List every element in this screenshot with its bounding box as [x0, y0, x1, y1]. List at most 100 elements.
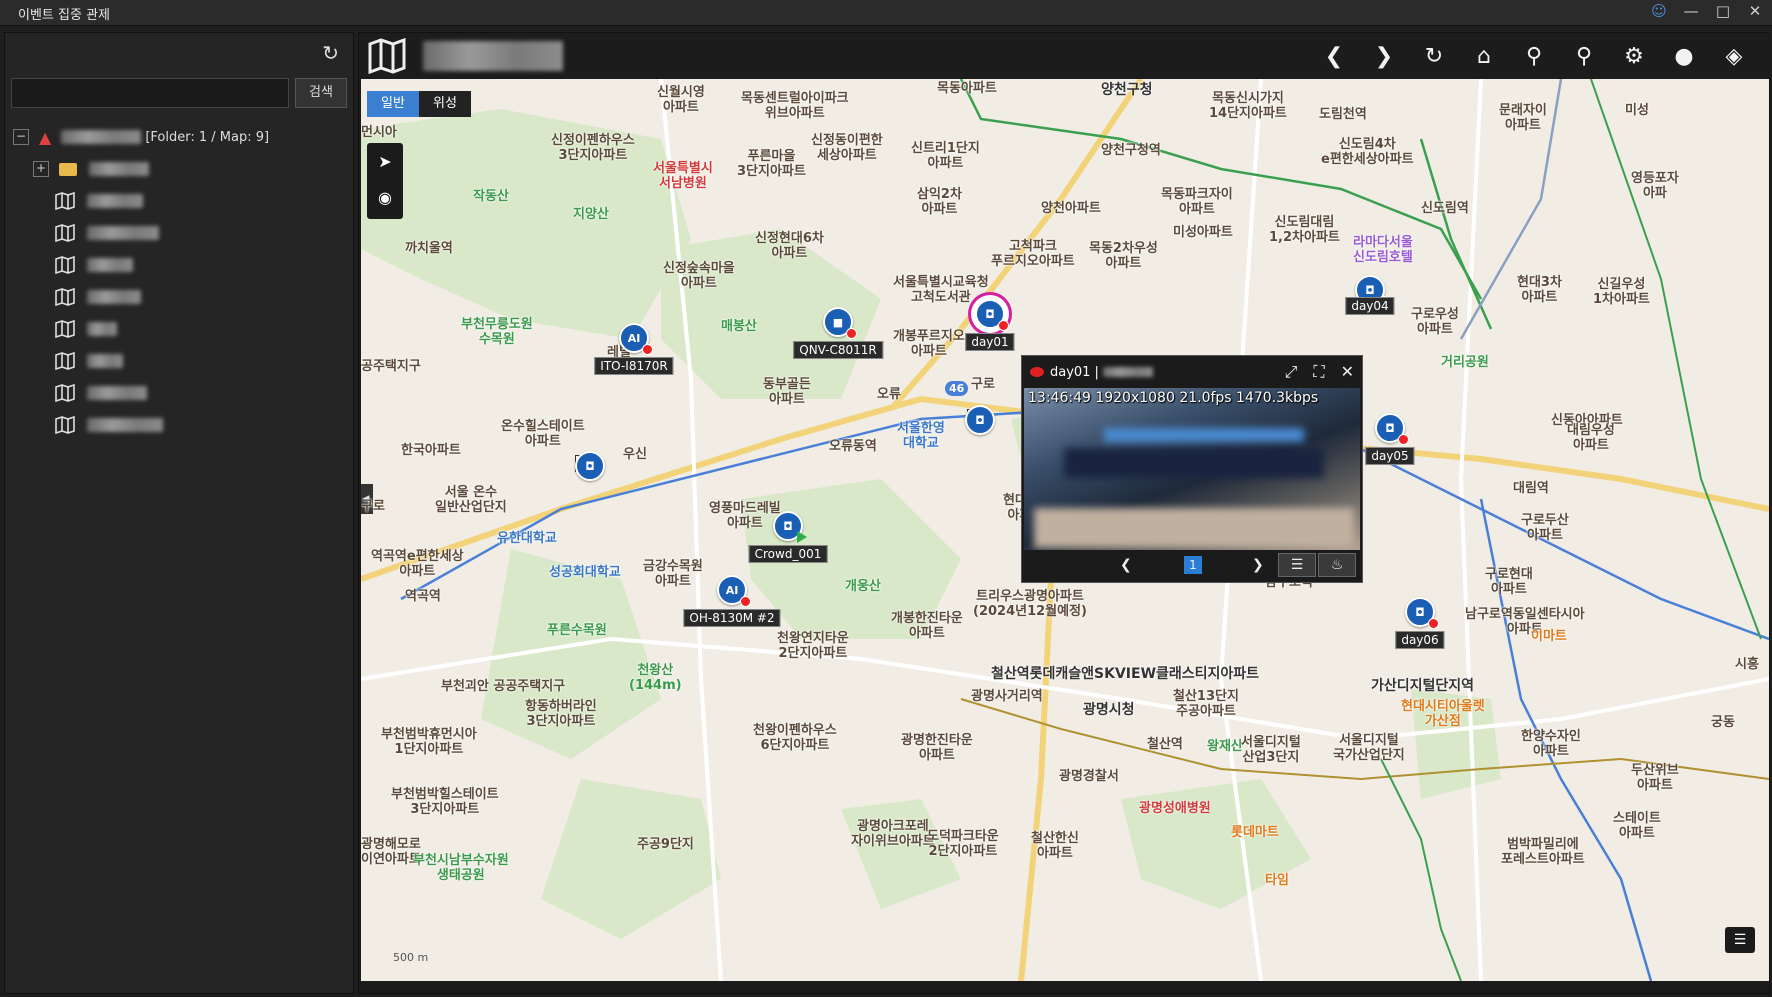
tree-map-item[interactable]: [13, 281, 353, 313]
next-icon[interactable]: ❯: [1252, 557, 1264, 573]
map-place-label: 라마다서울 신도림호텔: [1353, 235, 1413, 265]
popup-camera-name: day01: [1050, 364, 1091, 380]
map-icon: [55, 320, 75, 338]
map-type-satellite-button[interactable]: 위성: [419, 91, 471, 117]
alert-dot: [1398, 434, 1409, 445]
user-icon[interactable]: ☺: [1650, 2, 1668, 20]
layers-icon[interactable]: ◈: [1715, 39, 1753, 73]
video-feed[interactable]: 13:46:49 1920x1080 21.0fps 1470.3kbps: [1024, 388, 1360, 550]
search-input[interactable]: [11, 78, 289, 108]
map-place-label: 서울한영 대학교: [897, 421, 945, 451]
list-view-button[interactable]: ☰: [1278, 553, 1316, 577]
map-place-label: 오류: [877, 387, 901, 402]
fullscreen-icon[interactable]: ⛶: [1313, 362, 1324, 382]
popup-separator: |: [1094, 364, 1099, 380]
map-place-label: 구로두산 아파트: [1521, 513, 1569, 543]
bell-button[interactable]: ♨: [1318, 553, 1356, 577]
map-place-label: 신도림대림 1,2차아파트: [1269, 215, 1340, 245]
minimize-icon[interactable]: —: [1682, 2, 1700, 20]
window-title: 이벤트 집중 관제: [18, 8, 110, 23]
expand-icon[interactable]: ⤢: [1285, 362, 1298, 382]
refresh-icon[interactable]: ↻: [1415, 39, 1453, 73]
maximize-icon[interactable]: □: [1714, 2, 1732, 20]
popup-header: day01 | ⤢ ⛶ ✕: [1022, 356, 1362, 388]
tree-map-item[interactable]: [13, 185, 353, 217]
home-icon[interactable]: ⌂: [1465, 39, 1503, 73]
map-icon: [55, 224, 75, 242]
camera-marker-selected[interactable]: ◘ day01: [965, 299, 1015, 351]
map-place-label: 부천시남부수자원 생태공원: [413, 853, 509, 883]
camera-label: QNV-C8011R: [793, 341, 883, 359]
map-place-label: 신도림역: [1421, 201, 1469, 216]
map-place-label: 매봉산: [721, 319, 757, 334]
map-place-label: 개봉푸르지오 아파트: [893, 329, 965, 359]
close-icon[interactable]: ✕: [1341, 362, 1354, 382]
video-blur: [1034, 508, 1354, 548]
tree-map-item[interactable]: [13, 217, 353, 249]
tree-root[interactable]: − ▲ [Folder: 1 / Map: 9]: [13, 121, 353, 153]
refresh-icon[interactable]: ↻: [322, 41, 339, 65]
map-place-label: 미성: [1625, 103, 1649, 118]
map-place-label: 대림우성 아파트: [1567, 423, 1615, 453]
map-place-label: 부천범박휴먼시아 1단지아파트: [381, 727, 477, 757]
map-place-label: 역곡역: [405, 589, 441, 604]
expand-icon[interactable]: +: [33, 161, 49, 177]
window-controls: ☺ — □ ✕: [1650, 2, 1764, 20]
camera-label: OH-8130M #2: [683, 609, 781, 627]
map-canvas[interactable]: 일반 위성 ➤ ◉ ◀ 신월시영 아파트 목동센트럴아이파크 위브아파트 목동아파트…: [361, 79, 1769, 981]
map-place-label: 항동하버라인 3단지아파트: [525, 699, 597, 729]
forward-icon[interactable]: ❯: [1365, 39, 1403, 73]
map-place-label: 도림천역: [1319, 107, 1367, 122]
map-place-label: 트리우스광명아파트 (2024년12월예정): [973, 589, 1087, 619]
map-icon: [55, 288, 75, 306]
camera-marker[interactable]: ◘ day04: [1345, 275, 1395, 315]
close-icon[interactable]: ✕: [1746, 2, 1764, 20]
tree-map-item[interactable]: [13, 249, 353, 281]
camera-marker[interactable]: ◘: [575, 451, 605, 481]
search-button[interactable]: 검색: [295, 78, 347, 108]
tree-map-item[interactable]: [13, 377, 353, 409]
camera-marker[interactable]: ◘ day06: [1395, 597, 1445, 649]
camera-marker[interactable]: AI ITO-I8170R: [594, 323, 674, 375]
camera-search-icon[interactable]: ⚲: [1515, 39, 1553, 73]
prev-icon[interactable]: ❮: [1120, 557, 1132, 573]
tree-map-item[interactable]: [13, 313, 353, 345]
tree-map-item[interactable]: [13, 409, 353, 441]
map-place-label: 신월시영 아파트: [657, 85, 705, 115]
map-place-label: 신정동이편한 세상아파트: [811, 133, 883, 163]
alert-dot: [642, 344, 653, 355]
pointer-icon[interactable]: ➤: [367, 143, 403, 179]
map-place-label: 롯데마트: [1231, 825, 1279, 840]
camera-marker[interactable]: ◘ Crowd_001: [748, 511, 828, 563]
redacted-text: [87, 386, 147, 400]
map-type-normal-button[interactable]: 일반: [367, 91, 419, 117]
tree-map-item[interactable]: [13, 345, 353, 377]
alert-icon[interactable]: ⚙: [1615, 39, 1653, 73]
road-badge: 46: [945, 381, 969, 396]
camera-marker[interactable]: ■ QNV-C8011R: [793, 307, 883, 359]
alert-dot: [740, 596, 751, 607]
map-place-label: 서울특별시 서남병원: [653, 161, 713, 191]
video-blur: [1104, 428, 1304, 442]
popup-footer: ❮ 1 ❯ ☰ ♨: [1022, 548, 1362, 582]
tree-folder[interactable]: +: [13, 153, 353, 185]
map-place-label: 오류동역: [829, 439, 877, 454]
camera-zoom-icon[interactable]: ⚲: [1565, 39, 1603, 73]
map-place-label: 구로: [971, 377, 995, 392]
back-icon[interactable]: ❮: [1315, 39, 1353, 73]
map-place-label: 양천아파트: [1041, 201, 1101, 216]
map-place-label: 서울디지털 산업3단지: [1241, 735, 1301, 765]
map-place-label: 우신: [623, 447, 647, 462]
redacted-text: [61, 130, 142, 144]
camera-marker[interactable]: AI OH-8130M #2: [683, 575, 781, 627]
status-arrow: [797, 531, 807, 543]
map-place-label: 광명시청: [1083, 702, 1135, 718]
list-icon[interactable]: ☰: [1725, 927, 1755, 953]
camera-marker[interactable]: ◘: [965, 405, 995, 435]
camera-marker[interactable]: ◘ day05: [1365, 413, 1415, 465]
event-icon[interactable]: ●: [1665, 39, 1703, 73]
collapse-icon[interactable]: −: [13, 129, 29, 145]
camera-icon: ◘: [965, 405, 995, 435]
map-type-toggle: 일반 위성: [367, 91, 471, 117]
target-icon[interactable]: ◉: [367, 179, 403, 215]
